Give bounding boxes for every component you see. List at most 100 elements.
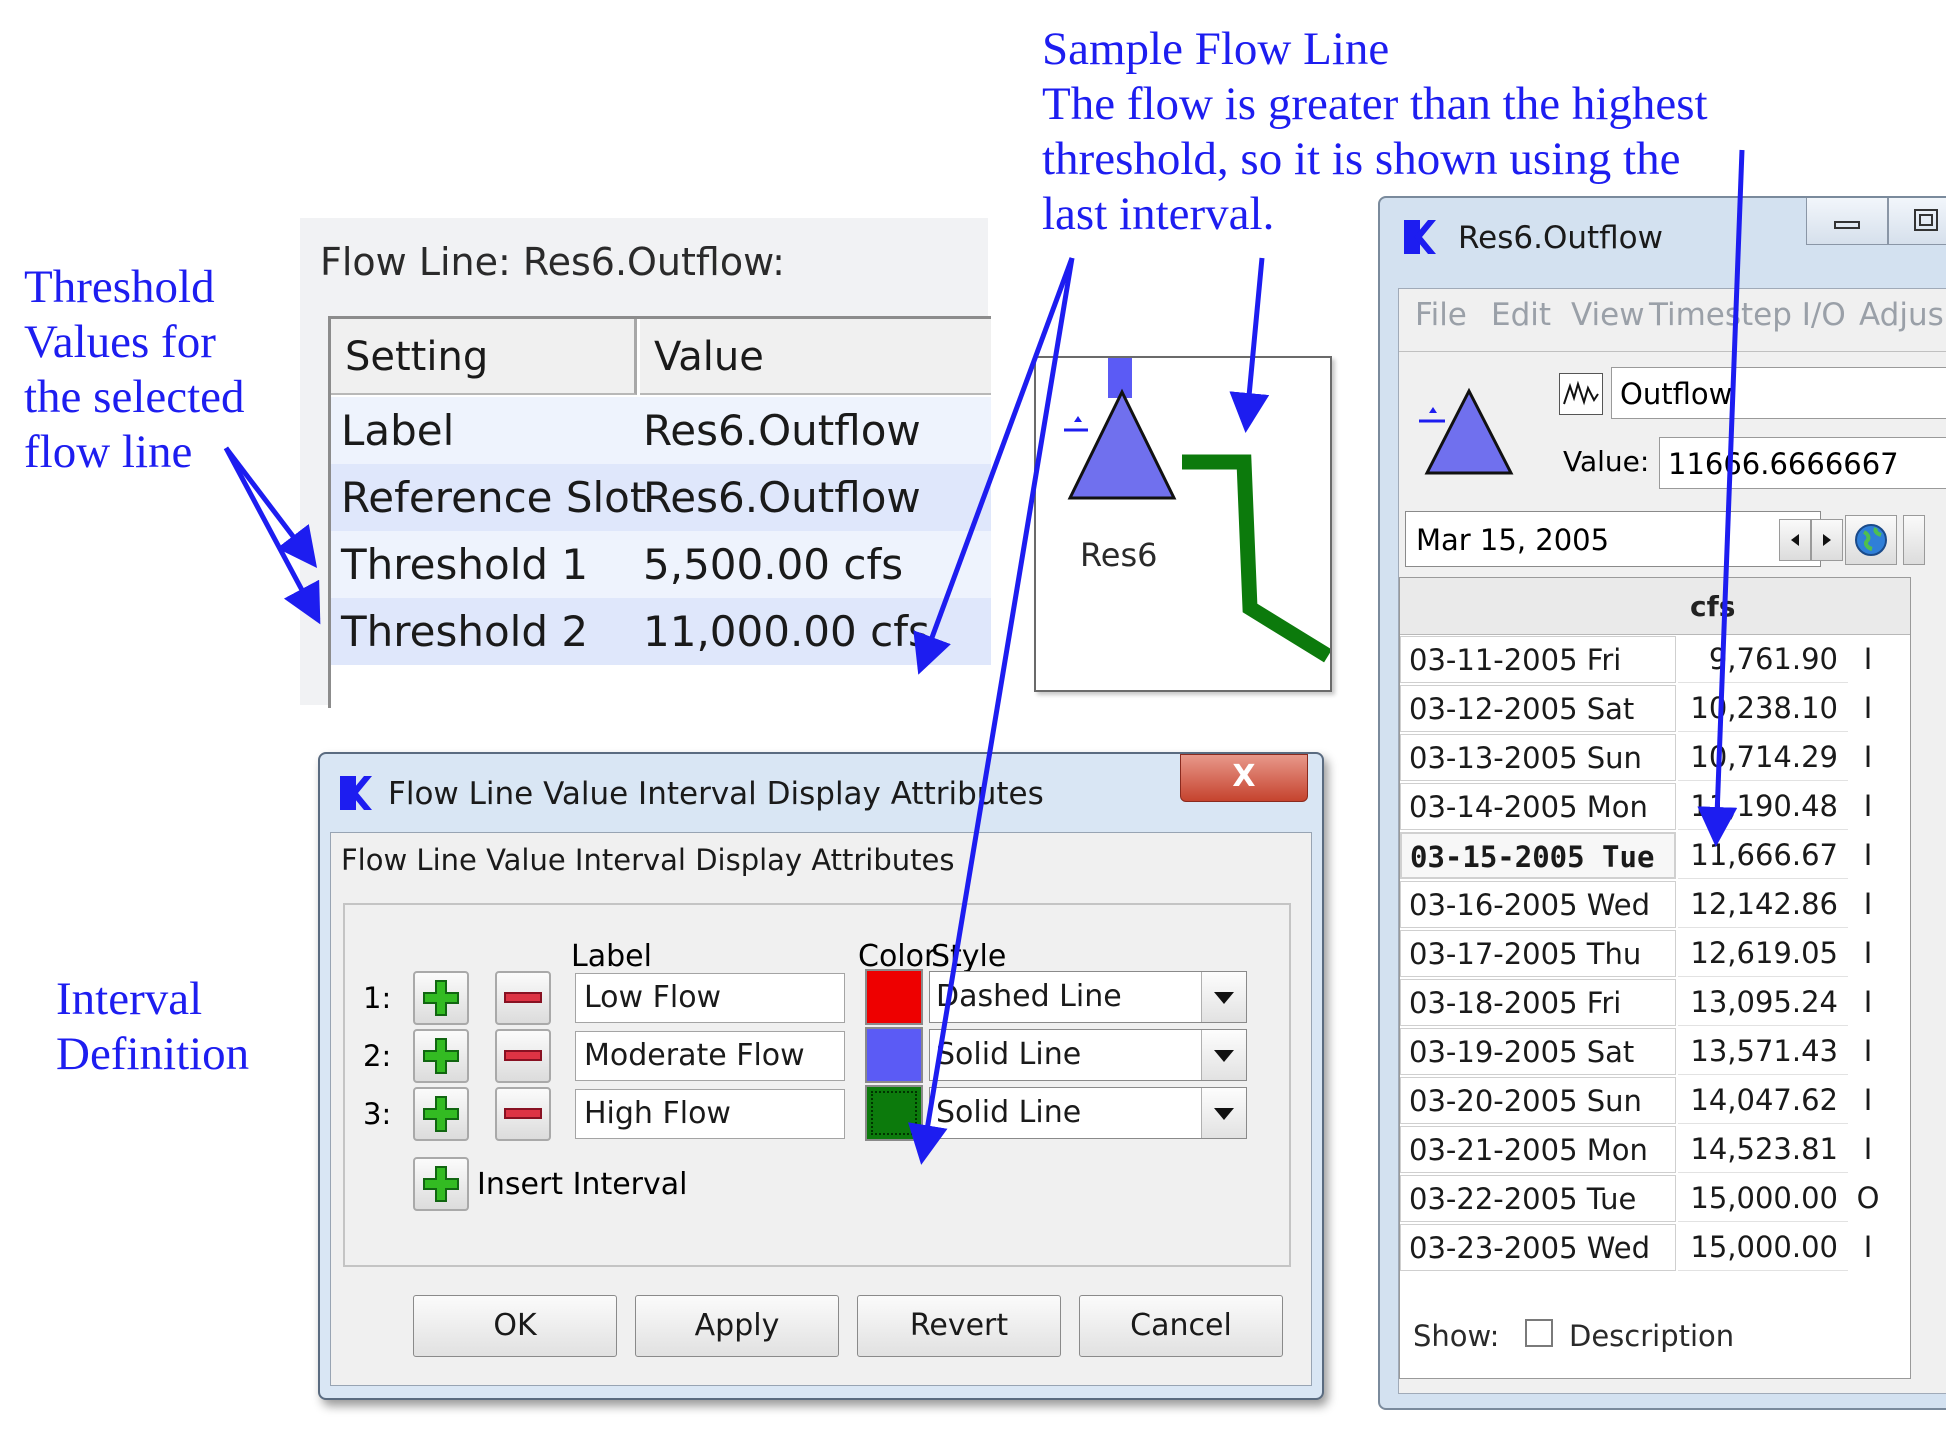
insert-interval-label: Insert Interval bbox=[477, 1167, 688, 1202]
row-value[interactable]: 11,666.67 bbox=[1678, 832, 1848, 879]
row-value[interactable]: 13,095.24 bbox=[1678, 979, 1848, 1026]
date-field[interactable]: Mar 15, 2005 bbox=[1405, 511, 1821, 567]
row-value[interactable]: 15,000.00 bbox=[1678, 1224, 1848, 1271]
menu-file[interactable]: File bbox=[1415, 297, 1467, 333]
table-row[interactable]: 03-12-2005 Sat 10,238.10 I bbox=[1400, 685, 1910, 734]
reservoir-icon[interactable] bbox=[1067, 388, 1177, 500]
insert-interval-button[interactable] bbox=[413, 1157, 469, 1211]
color-swatch[interactable] bbox=[865, 1027, 923, 1083]
annotation-line: Values for bbox=[24, 316, 216, 368]
table-row[interactable]: 03-17-2005 Thu 12,619.05 I bbox=[1400, 930, 1910, 979]
menu-view[interactable]: View bbox=[1571, 297, 1645, 333]
annotation-line: The flow is greater than the highest bbox=[1042, 78, 1708, 130]
row-date: 03-12-2005 Sat bbox=[1400, 685, 1676, 732]
add-interval-button[interactable] bbox=[413, 1087, 469, 1141]
add-interval-button[interactable] bbox=[413, 1029, 469, 1083]
add-interval-button[interactable] bbox=[413, 971, 469, 1025]
column-header-setting[interactable]: Setting bbox=[331, 319, 637, 395]
globe-button[interactable] bbox=[1845, 515, 1897, 565]
row-date: 03-13-2005 Sun bbox=[1400, 734, 1676, 781]
interval-index: 1: bbox=[363, 981, 392, 1015]
row-flag: I bbox=[1850, 1126, 1886, 1173]
style-dropdown[interactable]: Dashed Line bbox=[929, 971, 1247, 1023]
interval-row: 2: Moderate Flow Solid Line bbox=[331, 1027, 1291, 1087]
row-value[interactable]: 10,714.29 bbox=[1678, 734, 1848, 781]
interval-label-field[interactable]: Low Flow bbox=[575, 973, 845, 1023]
color-swatch[interactable] bbox=[865, 1085, 923, 1141]
revert-button[interactable]: Revert bbox=[857, 1295, 1061, 1357]
setting-value: 5,500.00 cfs bbox=[643, 540, 904, 589]
setting-value: 11,000.00 cfs bbox=[643, 607, 930, 656]
row-flag: I bbox=[1850, 783, 1886, 830]
table-row[interactable]: Threshold 2 11,000.00 cfs bbox=[331, 598, 991, 665]
description-checkbox[interactable] bbox=[1525, 1319, 1553, 1347]
apply-button[interactable]: Apply bbox=[635, 1295, 839, 1357]
table-row[interactable]: 03-14-2005 Mon 11,190.48 I bbox=[1400, 783, 1910, 832]
row-value[interactable]: 11,190.48 bbox=[1678, 783, 1848, 830]
remove-interval-button[interactable] bbox=[495, 971, 551, 1025]
previous-date-button[interactable] bbox=[1779, 519, 1811, 561]
table-row[interactable]: Reference Slot Res6.Outflow bbox=[331, 464, 991, 531]
grid-header: cfs bbox=[1400, 578, 1910, 635]
row-value[interactable]: 10,238.10 bbox=[1678, 685, 1848, 732]
menu-edit[interactable]: Edit bbox=[1491, 297, 1551, 333]
toolbar-button[interactable] bbox=[1903, 515, 1925, 565]
table-row[interactable]: 03-23-2005 Wed 15,000.00 I bbox=[1400, 1224, 1910, 1273]
flow-line-segment[interactable] bbox=[1182, 454, 1330, 663]
table-row[interactable]: 03-11-2005 Fri 9,761.90 I bbox=[1400, 636, 1910, 685]
row-value[interactable]: 9,761.90 bbox=[1678, 636, 1848, 683]
minimize-button[interactable] bbox=[1806, 198, 1888, 245]
table-row[interactable]: 03-18-2005 Fri 13,095.24 I bbox=[1400, 979, 1910, 1028]
style-dropdown[interactable]: Solid Line bbox=[929, 1029, 1247, 1081]
units-column-header[interactable]: cfs bbox=[1690, 590, 1735, 623]
interval-label-field[interactable]: Moderate Flow bbox=[575, 1031, 845, 1081]
row-flag: I bbox=[1850, 1028, 1886, 1075]
remove-interval-button[interactable] bbox=[495, 1029, 551, 1083]
row-value[interactable]: 15,000.00 bbox=[1678, 1175, 1848, 1222]
row-flag: I bbox=[1850, 1077, 1886, 1124]
style-dropdown[interactable]: Solid Line bbox=[929, 1087, 1247, 1139]
row-value[interactable]: 14,523.81 bbox=[1678, 1126, 1848, 1173]
interval-label-field[interactable]: High Flow bbox=[575, 1089, 845, 1139]
plot-button[interactable] bbox=[1559, 373, 1603, 415]
ok-button[interactable]: OK bbox=[413, 1295, 617, 1357]
interval-index: 3: bbox=[363, 1097, 392, 1131]
row-value[interactable]: 13,571.43 bbox=[1678, 1028, 1848, 1075]
interval-index: 2: bbox=[363, 1039, 392, 1073]
inflow-line bbox=[1108, 358, 1132, 398]
table-row[interactable]: Label Res6.Outflow bbox=[331, 397, 991, 464]
reservoir-label: Res6 bbox=[1080, 536, 1158, 574]
column-header-value[interactable]: Value bbox=[640, 319, 991, 395]
table-row[interactable]: 03-22-2005 Tue 15,000.00 O bbox=[1400, 1175, 1910, 1224]
slot-name-field[interactable]: Outflow bbox=[1611, 367, 1946, 419]
globe-icon bbox=[1855, 524, 1887, 556]
settings-title: Flow Line: Res6.Outflow: bbox=[320, 240, 785, 284]
menu-adjust[interactable]: Adjus bbox=[1859, 297, 1944, 333]
table-row[interactable]: 03-19-2005 Sat 13,571.43 I bbox=[1400, 1028, 1910, 1077]
table-row[interactable]: 03-13-2005 Sun 10,714.29 I bbox=[1400, 734, 1910, 783]
annotation-interval-definition: Interval Definition bbox=[56, 972, 249, 1082]
plot-icon bbox=[1563, 380, 1599, 406]
table-row[interactable]: 03-16-2005 Wed 12,142.86 I bbox=[1400, 881, 1910, 930]
close-button[interactable]: X bbox=[1180, 754, 1308, 802]
setting-name: Reference Slot bbox=[341, 473, 647, 522]
row-value[interactable]: 14,047.62 bbox=[1678, 1077, 1848, 1124]
color-swatch[interactable] bbox=[865, 969, 923, 1025]
value-field[interactable]: 11666.6666667 bbox=[1659, 437, 1946, 489]
menu-timestep-io[interactable]: Timestep I/O bbox=[1649, 297, 1846, 333]
row-flag: I bbox=[1850, 832, 1886, 879]
chevron-left-icon bbox=[1791, 534, 1799, 546]
chevron-down-icon bbox=[1214, 992, 1234, 1004]
minus-icon bbox=[504, 1050, 542, 1061]
next-date-button[interactable] bbox=[1811, 519, 1843, 561]
table-row[interactable]: 03-20-2005 Sun 14,047.62 I bbox=[1400, 1077, 1910, 1126]
cancel-button[interactable]: Cancel bbox=[1079, 1295, 1283, 1357]
table-row[interactable]: Threshold 1 5,500.00 cfs bbox=[331, 531, 991, 598]
table-row[interactable]: 03-21-2005 Mon 14,523.81 I bbox=[1400, 1126, 1910, 1175]
slot-window: Res6.Outflow File Edit View Timestep I/O… bbox=[1378, 196, 1946, 1410]
maximize-button[interactable] bbox=[1888, 198, 1946, 245]
remove-interval-button[interactable] bbox=[495, 1087, 551, 1141]
table-row-selected[interactable]: 03-15-2005 Tue 11,666.67 I bbox=[1400, 832, 1910, 881]
row-value[interactable]: 12,619.05 bbox=[1678, 930, 1848, 977]
row-value[interactable]: 12,142.86 bbox=[1678, 881, 1848, 928]
